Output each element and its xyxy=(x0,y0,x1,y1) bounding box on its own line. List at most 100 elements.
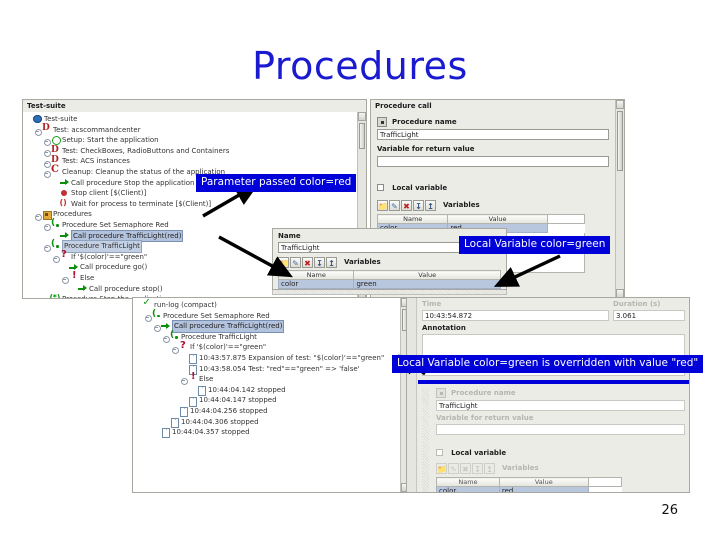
tree-node[interactable]: 10:44:04.147 stopped xyxy=(135,395,409,407)
tree-expand-toggle[interactable] xyxy=(43,158,51,168)
tree-expand-toggle[interactable] xyxy=(43,243,51,253)
duration-value: 3.061 xyxy=(613,310,685,321)
tree-node[interactable]: 10:44:04.142 stopped xyxy=(135,385,409,397)
move-down-icon: ↧ xyxy=(472,463,483,474)
tree-expand-toggle[interactable] xyxy=(180,376,188,386)
column-header-value: Value xyxy=(447,214,548,224)
tree-node[interactable]: Test-suite xyxy=(25,114,366,125)
tree-expand-toggle[interactable] xyxy=(171,344,179,354)
return-variable-label: Variable for return value xyxy=(377,145,475,153)
scroll-thumb[interactable] xyxy=(359,123,365,149)
procedure-select-icon[interactable] xyxy=(377,117,387,127)
detail-variables-table: Name Value color red xyxy=(436,477,623,492)
runlog-tree[interactable]: run-log (compact)Procedure Set Semaphore… xyxy=(133,298,409,492)
tree-node[interactable]: Test: CheckBoxes, RadioButtons and Conta… xyxy=(25,145,366,158)
flask-icon xyxy=(42,123,51,134)
tree-node[interactable]: 10:43:58.054 Test: "red"=="green" => 'fa… xyxy=(135,364,409,375)
open-folder-icon[interactable]: 📁 xyxy=(377,200,388,211)
duration-label: Duration (s) xyxy=(613,300,661,308)
tree-node[interactable]: Test: ACS instances xyxy=(25,155,366,168)
move-up-icon[interactable]: ↥ xyxy=(425,200,436,211)
tree-node[interactable]: Setup: Start the application xyxy=(25,135,366,147)
tree-toggle-spacer xyxy=(189,387,196,394)
tree-node[interactable]: run-log (compact) xyxy=(135,298,409,311)
delete-icon[interactable]: ✖ xyxy=(401,200,412,211)
tree-node-label: Else xyxy=(80,273,95,282)
tree-toggle-spacer xyxy=(52,201,59,208)
tree-toggle-spacer xyxy=(25,116,32,123)
call-arrow-icon xyxy=(78,284,87,293)
detail-local-variable-label: Local variable xyxy=(451,449,507,457)
callout-local-variable-overridden: Local Variable color=green is overridden… xyxy=(392,355,704,373)
tree-node[interactable]: Call procedure TrafficLight(red) xyxy=(135,320,409,333)
doc-icon xyxy=(170,417,179,428)
tree-node-label: Call procedure Stop the application xyxy=(71,178,195,187)
tree-expand-toggle[interactable] xyxy=(43,137,51,147)
detail-window: Time 10:43:54.872 Duration (s) 3.061 Ann… xyxy=(406,297,690,493)
cell-variable-value: red xyxy=(498,486,589,492)
move-up-icon[interactable]: ↥ xyxy=(326,257,337,268)
detail-variables-toolbar: 📁 ✎ ✖ ↧ ↥ Variables xyxy=(436,463,685,474)
scroll-up-arrow[interactable] xyxy=(358,112,366,121)
detail-procedure-name-input: TrafficLight xyxy=(436,400,685,411)
runlog-body: run-log (compact)Procedure Set Semaphore… xyxy=(133,298,409,492)
local-variable-checkbox[interactable] xyxy=(377,184,384,191)
tree-node[interactable]: Test: acscommandcenter xyxy=(25,123,366,136)
tree-toggle-spacer xyxy=(70,285,77,292)
tree-node-label: 10:43:57.875 Expansion of test: "$(color… xyxy=(199,353,385,362)
tree-node[interactable]: 10:44:04.256 stopped xyxy=(135,406,409,418)
table-header-row: Name Value xyxy=(376,214,586,224)
tree-node-label: Wait for process to terminate [$(Client)… xyxy=(71,199,212,208)
tree-node[interactable]: 10:43:57.875 Expansion of test: "$(color… xyxy=(135,353,409,365)
name-variables-label: Variables xyxy=(344,258,381,266)
tree-expand-toggle[interactable] xyxy=(153,323,161,333)
column-header-value: Value xyxy=(498,477,589,487)
tree-toggle-spacer xyxy=(180,397,187,404)
edit-icon[interactable]: ✎ xyxy=(389,200,400,211)
tree-expand-toggle[interactable] xyxy=(162,334,170,344)
tree-expand-toggle[interactable] xyxy=(34,126,42,136)
tree-node-label: If '$(color)'=="green" xyxy=(71,252,148,261)
tree-expand-toggle[interactable] xyxy=(43,148,51,158)
tree-expand-toggle[interactable] xyxy=(43,169,51,179)
name-variables-table[interactable]: Name Value color green xyxy=(277,270,501,289)
local-variable-checkbox xyxy=(436,449,443,456)
procedure-name-input[interactable]: TrafficLight xyxy=(377,129,609,140)
tree-node[interactable]: If '$(color)'=="green" xyxy=(135,341,409,354)
move-down-icon[interactable]: ↧ xyxy=(314,257,325,268)
detail-procedure-section: Procedure name TrafficLight Variable for… xyxy=(418,384,689,492)
local-variable-row[interactable]: Local variable xyxy=(377,175,609,194)
scroll-up-arrow[interactable] xyxy=(407,298,416,307)
tree-toggle-spacer xyxy=(52,190,59,197)
variables-toolbar: 📁 ✎ ✖ ↧ ↥ Variables xyxy=(377,200,609,211)
tree-node[interactable]: 10:44:04.357 stopped xyxy=(135,427,409,439)
tree-node-label: Procedure TrafficLight xyxy=(181,332,257,341)
procedure-call-vscrollbar[interactable] xyxy=(615,100,624,298)
scroll-up-arrow[interactable] xyxy=(616,100,624,109)
column-header-spacer xyxy=(587,477,623,487)
bang-icon xyxy=(69,271,78,283)
tree-node[interactable]: Procedure TrafficLight xyxy=(135,330,409,344)
delete-icon[interactable]: ✖ xyxy=(302,257,313,268)
tree-node[interactable]: 10:44:04.306 stopped xyxy=(135,417,409,428)
local-variable-label: Local variable xyxy=(392,184,448,192)
tree-expand-toggle[interactable] xyxy=(43,222,51,232)
tree-expand-toggle[interactable] xyxy=(34,211,42,221)
detail-drag-handle[interactable] xyxy=(422,388,429,492)
detail-left-gutter[interactable] xyxy=(407,298,417,492)
tree-node-label: 10:44:04.306 stopped xyxy=(181,417,259,426)
move-down-icon[interactable]: ↧ xyxy=(413,200,424,211)
scroll-thumb[interactable] xyxy=(617,111,623,171)
tree-expand-toggle[interactable] xyxy=(52,254,60,264)
cell-variable-value[interactable]: green xyxy=(353,279,501,289)
detail-variables-label: Variables xyxy=(502,464,539,472)
call-arrow-icon xyxy=(60,231,69,240)
page-number: 26 xyxy=(661,503,678,518)
tree-node[interactable]: Else xyxy=(135,372,409,386)
return-variable-input[interactable] xyxy=(377,156,609,167)
table-row[interactable]: color green xyxy=(277,279,501,289)
table-header-row: Name Value xyxy=(436,477,623,487)
tree-expand-toggle[interactable] xyxy=(61,275,69,285)
tree-expand-toggle[interactable] xyxy=(144,312,152,322)
doc-icon xyxy=(161,428,170,439)
